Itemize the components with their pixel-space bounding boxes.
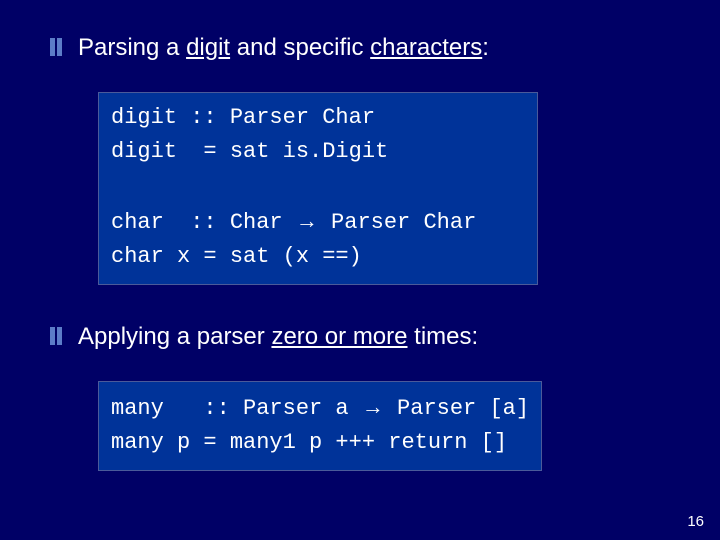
text-underline: characters <box>370 34 482 61</box>
code-block: digit :: Parser Char digit = sat is.Digi… <box>98 92 538 284</box>
code-line <box>111 174 124 199</box>
bullet-square-icon <box>50 327 64 345</box>
arrow-icon: → <box>362 394 384 419</box>
text-underline: zero or more <box>271 323 407 350</box>
bullet-square-icon <box>50 38 64 56</box>
code-line-part: char :: Char <box>111 210 296 235</box>
code-line: many p = many1 p +++ return [] <box>111 430 507 455</box>
text-fragment: Applying a parser <box>78 323 271 350</box>
bullet-row: Applying a parser zero or more times: <box>50 321 690 353</box>
bullet-text: Parsing a digit and specific characters: <box>78 32 489 64</box>
text-fragment: and specific <box>230 34 370 61</box>
code-line: digit = sat is.Digit <box>111 139 388 164</box>
slide: Parsing a digit and specific characters:… <box>0 0 720 540</box>
arrow-icon: → <box>296 208 318 233</box>
text-fragment: times: <box>408 323 479 350</box>
code-line-part: Parser [a] <box>384 396 529 421</box>
code-block: many :: Parser a → Parser [a] many p = m… <box>98 381 542 471</box>
code-line-part: Parser Char <box>318 210 476 235</box>
text-fragment: Parsing a <box>78 34 186 61</box>
code-line-part: many :: Parser a <box>111 396 362 421</box>
text-underline: digit <box>186 34 230 61</box>
code-line: char x = sat (x ==) <box>111 244 362 269</box>
bullet-text: Applying a parser zero or more times: <box>78 321 478 353</box>
text-fragment: : <box>482 34 489 61</box>
code-line: digit :: Parser Char <box>111 105 375 130</box>
bullet-row: Parsing a digit and specific characters: <box>50 32 690 64</box>
page-number: 16 <box>687 513 704 530</box>
